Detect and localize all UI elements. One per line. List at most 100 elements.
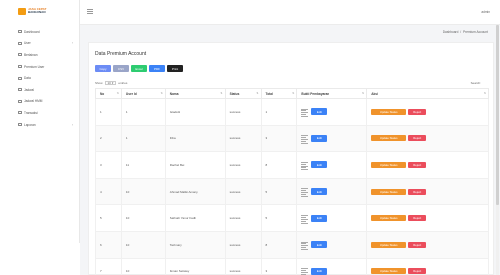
column-header[interactable]: Bukti Pembayaran ⇅ [296,88,368,99]
bukti-wrapper: Edit [301,134,366,144]
reject-button[interactable]: Reject [408,135,427,142]
edit-button[interactable]: Edit [311,161,328,169]
main-content: Dashboard / Premium Account Data Premium… [80,25,500,275]
sidebar-item-label: Laporan [24,122,36,127]
column-header[interactable]: Total ⇅ [260,88,298,99]
update-status-button[interactable]: Update Status [371,161,407,168]
cell-no: 6 [95,230,122,259]
dashboard-icon [18,30,22,34]
cell-aksi: Update Status Reject [366,177,489,206]
sort-icon: ⇅ [116,92,119,95]
reject-button[interactable]: Reject [408,215,427,222]
column-header[interactable]: Nama ⇅ [164,88,226,99]
update-status-button[interactable]: Update Status [371,215,407,222]
export-copy-button[interactable]: Copy [95,65,111,72]
cell-nama: Istadoiti [164,98,226,126]
document-icon[interactable] [301,134,309,144]
list-icon [18,53,22,57]
action-group: Update Status Reject [371,161,488,168]
hamburger-icon[interactable] [87,9,93,14]
document-icon[interactable] [301,267,309,275]
document-icon[interactable] [301,187,309,197]
calendar-icon [18,88,22,92]
cell-user-id: 10 [120,230,166,259]
breadcrumb-home[interactable]: Dashboard [443,30,459,34]
cell-nama: Tazimary [164,230,226,259]
document-icon[interactable] [301,107,309,117]
bukti-wrapper: Edit [301,267,366,275]
reject-button[interactable]: Reject [408,188,427,195]
table-row: 2 1 Fiba success 3 Edit Update Status Reject [95,124,489,153]
reject-button[interactable]: Reject [408,108,427,115]
edit-button[interactable]: Edit [311,188,328,196]
cell-bukti: Edit [296,230,368,259]
cell-total: 5 [260,204,298,232]
sort-icon: ⇅ [483,92,486,95]
table-row: 5 10 Safinah Yanur Fadli success 5 Edit Update… [95,204,489,232]
sidebar-item[interactable]: Data [0,72,79,84]
cell-status: success [224,204,262,232]
column-header[interactable]: Status ⇅ [224,88,262,99]
brand-line2: BANGUNAN [28,10,46,14]
document-icon[interactable] [301,214,309,224]
reject-button[interactable]: Reject [408,161,427,168]
edit-button[interactable]: Edit [311,267,328,275]
sidebar-item[interactable]: Premium User [0,61,79,73]
calendar-icon [18,99,22,103]
chevron-down-icon: ▾ [111,81,114,85]
update-status-button[interactable]: Update Status [371,108,407,115]
cell-user-id: 10 [120,257,166,275]
edit-button[interactable]: Edit [311,241,328,249]
column-header[interactable]: User Id ⇅ [120,88,166,99]
user-menu[interactable]: admin [481,10,490,14]
update-status-button[interactable]: Update Status [371,241,407,248]
update-status-button[interactable]: Update Status [371,135,407,142]
brand[interactable]: JASA CEPAT BANGUNAN [0,0,79,22]
export-csv-button[interactable]: CSV [113,65,129,72]
sidebar-item[interactable]: User › [0,38,79,50]
edit-button[interactable]: Edit [311,108,328,116]
scrollbar-thumb[interactable] [496,25,499,205]
table-row: 1 1 Istadoiti success 1 Edit Update Status Reje… [95,98,489,126]
edit-button[interactable]: Edit [311,214,328,222]
action-group: Update Status Reject [371,188,488,195]
cell-aksi: Update Status Reject [366,204,489,232]
cell-nama: Rachel Bei [164,151,226,179]
search-label[interactable]: Search: [471,81,481,85]
update-status-button[interactable]: Update Status [371,188,407,195]
breadcrumb-current: Premium Account [463,30,488,34]
chevron-right-icon: › [71,122,73,127]
action-group: Update Status Reject [371,108,488,115]
cell-user-id: 11 [120,151,166,179]
sidebar-item[interactable]: Dashboard [0,26,79,38]
scrollbar[interactable] [496,25,499,275]
cell-no: 3 [95,151,122,179]
cell-status: success [224,124,262,153]
sidebar-item[interactable]: Transaksi [0,107,79,119]
edit-button[interactable]: Edit [311,134,328,142]
export-excel-button[interactable]: Excel [131,65,147,72]
document-icon[interactable] [301,240,309,250]
document-icon[interactable] [301,160,309,170]
entries-select[interactable]: 10 ▾ [104,81,117,85]
column-header[interactable]: Aksi ⇅ [366,88,489,99]
export-pdf-button[interactable]: PDF [149,65,165,72]
report-icon [18,123,22,127]
entries-label: entries [118,81,128,85]
sidebar-item[interactable]: Laporan › [0,119,79,131]
bukti-wrapper: Edit [301,107,366,117]
sidebar-item[interactable]: Berlainan [0,49,79,61]
reject-button[interactable]: Reject [408,241,427,248]
column-header[interactable]: No ⇅ [95,88,122,99]
sidebar-item[interactable]: Jadwal HMM [0,96,79,108]
sidebar-item[interactable]: Jadwal [0,84,79,96]
sidebar-item-label: Premium User [24,64,45,69]
sort-icon: ⇅ [220,92,223,95]
logo-icon [18,7,26,15]
export-print-button[interactable]: Print [167,65,183,72]
update-status-button[interactable]: Update Status [371,268,407,275]
cell-status: success [224,230,262,259]
cell-nama: Ahmad Maliki Amany [164,177,226,206]
breadcrumb: Dashboard / Premium Account [443,30,488,34]
reject-button[interactable]: Reject [408,268,427,275]
